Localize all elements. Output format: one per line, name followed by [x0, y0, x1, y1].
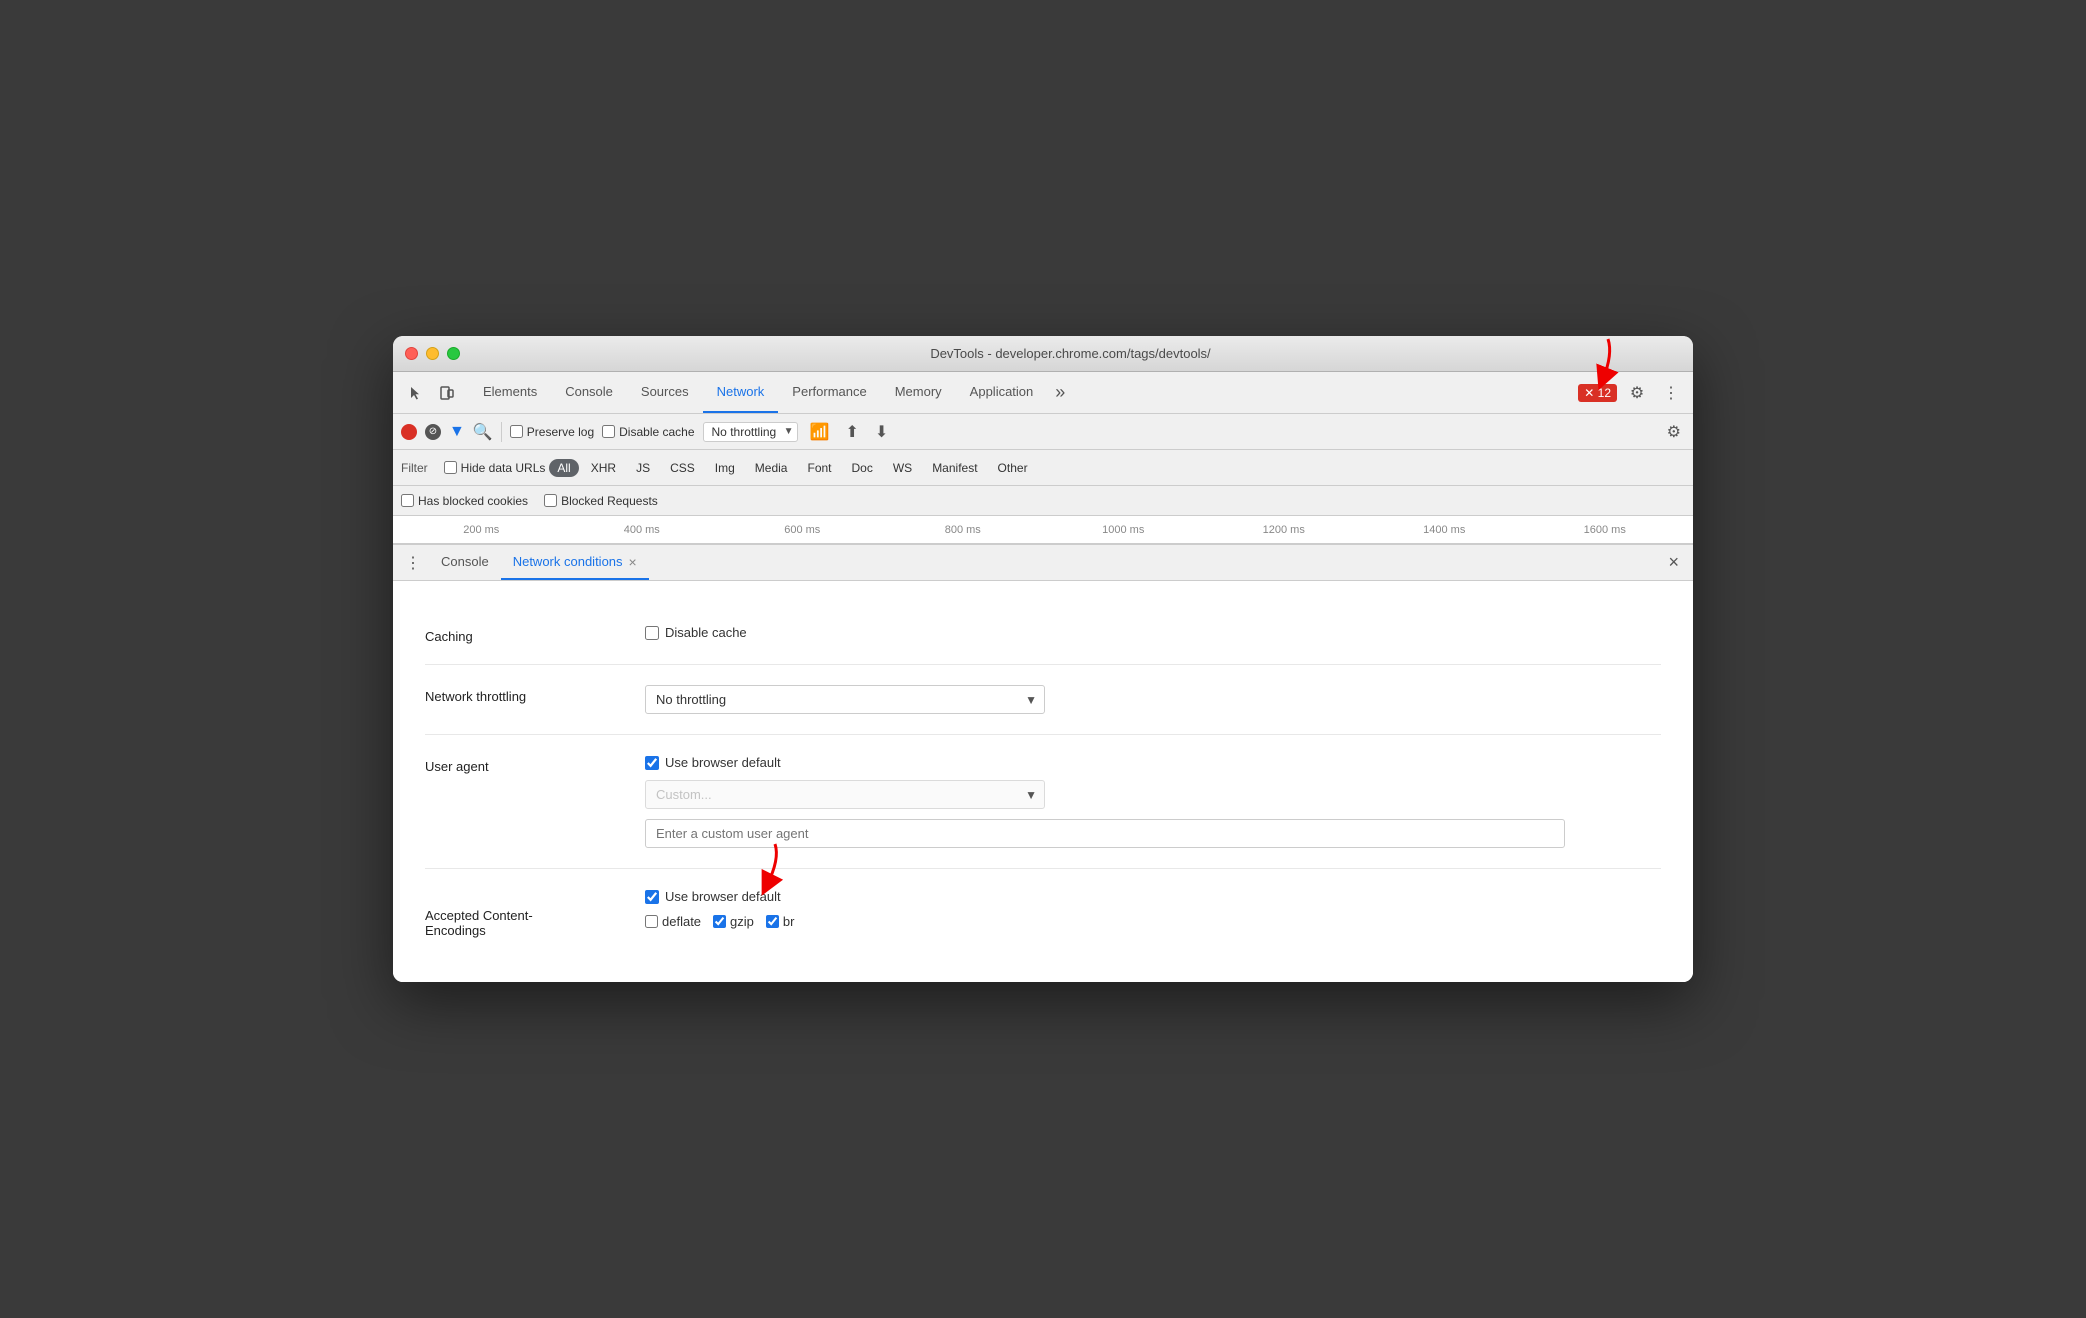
- filter-label: Filter: [401, 461, 428, 475]
- filter-media[interactable]: Media: [747, 459, 796, 477]
- bottom-drawer: ⋮ Console Network conditions × × Caching: [393, 544, 1693, 982]
- drawer-close-button[interactable]: ×: [1662, 552, 1685, 573]
- filter-font[interactable]: Font: [799, 459, 839, 477]
- timeline-marker-6: 1400 ms: [1364, 524, 1525, 536]
- tab-sources[interactable]: Sources: [627, 372, 703, 413]
- filter-bar: Filter Hide data URLs All XHR JS CSS Img…: [393, 450, 1693, 486]
- drawer-menu-icon[interactable]: ⋮: [397, 553, 429, 573]
- custom-user-agent-input[interactable]: [645, 819, 1565, 848]
- filter-css[interactable]: CSS: [662, 459, 703, 477]
- minimize-button[interactable]: [426, 347, 439, 360]
- timeline-marker-0: 200 ms: [401, 524, 562, 536]
- more-network-settings-icon[interactable]: ⚙: [1663, 420, 1685, 444]
- nav-icons: [401, 379, 461, 407]
- tab-memory[interactable]: Memory: [881, 372, 956, 413]
- devtools-body: Elements Console Sources Network Perform…: [393, 372, 1693, 982]
- upload-icon[interactable]: ⬆: [841, 420, 862, 444]
- network-throttle-select[interactable]: No throttling Fast 3G Slow 3G Offline: [645, 685, 1045, 714]
- filter-xhr[interactable]: XHR: [583, 459, 624, 477]
- more-tabs-button[interactable]: »: [1047, 372, 1073, 413]
- user-agent-content: Use browser default Custom... ▼: [645, 755, 1661, 848]
- traffic-lights: [405, 347, 460, 360]
- filter-all-button[interactable]: All: [549, 459, 578, 477]
- toolbar-divider: [501, 422, 502, 442]
- settings-icon[interactable]: ⚙: [1623, 379, 1651, 407]
- hide-data-urls-checkbox[interactable]: Hide data URLs: [444, 461, 546, 475]
- filter-types: Hide data URLs All XHR JS CSS Img Media …: [444, 459, 1685, 477]
- titlebar: DevTools - developer.chrome.com/tags/dev…: [393, 336, 1693, 372]
- deflate-checkbox[interactable]: deflate: [645, 914, 701, 929]
- drawer-tab-network-conditions[interactable]: Network conditions ×: [501, 545, 649, 580]
- network-toolbar: ⊘ ▼ 🔍 Preserve log Disable cache No thro…: [393, 414, 1693, 450]
- filter-manifest[interactable]: Manifest: [924, 459, 985, 477]
- timeline-marker-1: 400 ms: [562, 524, 723, 536]
- drawer-tab-console[interactable]: Console: [429, 545, 501, 580]
- throttle-wrapper: No throttling Fast 3G Slow 3G Offline ▼: [703, 422, 798, 442]
- devtools-window: DevTools - developer.chrome.com/tags/dev…: [393, 336, 1693, 982]
- wifi-icon[interactable]: 📶: [806, 420, 834, 444]
- disable-cache-nc-checkbox[interactable]: Disable cache: [645, 625, 1661, 640]
- throttle-select[interactable]: No throttling Fast 3G Slow 3G Offline: [703, 422, 798, 442]
- tab-performance[interactable]: Performance: [778, 372, 880, 413]
- blocked-requests-checkbox[interactable]: Blocked Requests: [544, 494, 658, 508]
- filter-icon[interactable]: ▼: [449, 423, 465, 441]
- use-browser-default-enc-checkbox[interactable]: Use browser default: [645, 889, 1661, 904]
- throttle-select-wrapper: No throttling Fast 3G Slow 3G Offline ▼: [645, 685, 1045, 714]
- devtools-tab-bar: Elements Console Sources Network Perform…: [393, 372, 1693, 414]
- has-blocked-cookies-checkbox[interactable]: Has blocked cookies: [401, 494, 528, 508]
- caching-content: Disable cache: [645, 625, 1661, 640]
- timeline-bar: 200 ms 400 ms 600 ms 800 ms 1000 ms 1200…: [393, 516, 1693, 544]
- custom-agent-select[interactable]: Custom...: [645, 780, 1045, 809]
- filter-ws[interactable]: WS: [885, 459, 920, 477]
- caching-row: Caching Disable cache: [425, 605, 1661, 665]
- filter-other[interactable]: Other: [990, 459, 1036, 477]
- drawer-tab-bar: ⋮ Console Network conditions × ×: [393, 545, 1693, 581]
- timeline-marker-4: 1000 ms: [1043, 524, 1204, 536]
- filter-doc[interactable]: Doc: [844, 459, 881, 477]
- maximize-button[interactable]: [447, 347, 460, 360]
- disable-cache-checkbox[interactable]: Disable cache: [602, 425, 694, 439]
- network-throttling-row: Network throttling No throttling Fast 3G…: [425, 665, 1661, 735]
- tab-network[interactable]: Network: [703, 372, 779, 413]
- error-badge[interactable]: ✕ 12: [1578, 384, 1617, 402]
- network-throttling-content: No throttling Fast 3G Slow 3G Offline ▼: [645, 685, 1661, 714]
- record-button[interactable]: [401, 424, 417, 440]
- network-conditions-panel: Caching Disable cache Network throttling: [393, 581, 1693, 982]
- use-browser-default-checkbox[interactable]: Use browser default: [645, 755, 1661, 770]
- clear-button[interactable]: ⊘: [425, 424, 441, 440]
- accepted-encodings-label: Accepted Content- Encodings: [425, 889, 645, 938]
- download-icon[interactable]: ⬇: [871, 420, 892, 444]
- drawer-tab-close-icon[interactable]: ×: [629, 554, 637, 570]
- filter-img[interactable]: Img: [707, 459, 743, 477]
- timeline-marker-5: 1200 ms: [1204, 524, 1365, 536]
- user-agent-row: User agent Use browser default Custom...…: [425, 735, 1661, 869]
- encodings-row: deflate gzip br: [645, 914, 1661, 929]
- preserve-log-checkbox[interactable]: Preserve log: [510, 425, 594, 439]
- br-checkbox[interactable]: br: [766, 914, 795, 929]
- timeline-marker-2: 600 ms: [722, 524, 883, 536]
- filter-js[interactable]: JS: [628, 459, 658, 477]
- gzip-checkbox[interactable]: gzip: [713, 914, 754, 929]
- custom-agent-select-wrapper: Custom... ▼: [645, 780, 1045, 809]
- extra-filter-row: Has blocked cookies Blocked Requests: [393, 486, 1693, 516]
- device-icon[interactable]: [433, 379, 461, 407]
- close-button[interactable]: [405, 347, 418, 360]
- timeline-marker-7: 1600 ms: [1525, 524, 1686, 536]
- tab-application[interactable]: Application: [956, 372, 1048, 413]
- search-icon[interactable]: 🔍: [473, 422, 493, 442]
- accepted-encodings-row: Accepted Content- Encodings Use browser …: [425, 869, 1661, 958]
- cursor-icon[interactable]: [401, 379, 429, 407]
- user-agent-label: User agent: [425, 755, 645, 774]
- accepted-encodings-content: Use browser default: [645, 889, 1661, 929]
- network-throttling-label: Network throttling: [425, 685, 645, 704]
- tab-console[interactable]: Console: [551, 372, 627, 413]
- window-title: DevTools - developer.chrome.com/tags/dev…: [460, 346, 1681, 361]
- devtools-right-icons: ✕ 12 ⚙ ⋮: [1578, 379, 1685, 407]
- timeline-marker-3: 800 ms: [883, 524, 1044, 536]
- caching-label: Caching: [425, 625, 645, 644]
- more-options-icon[interactable]: ⋮: [1657, 379, 1685, 407]
- tab-elements[interactable]: Elements: [469, 372, 551, 413]
- tab-list: Elements Console Sources Network Perform…: [469, 372, 1578, 413]
